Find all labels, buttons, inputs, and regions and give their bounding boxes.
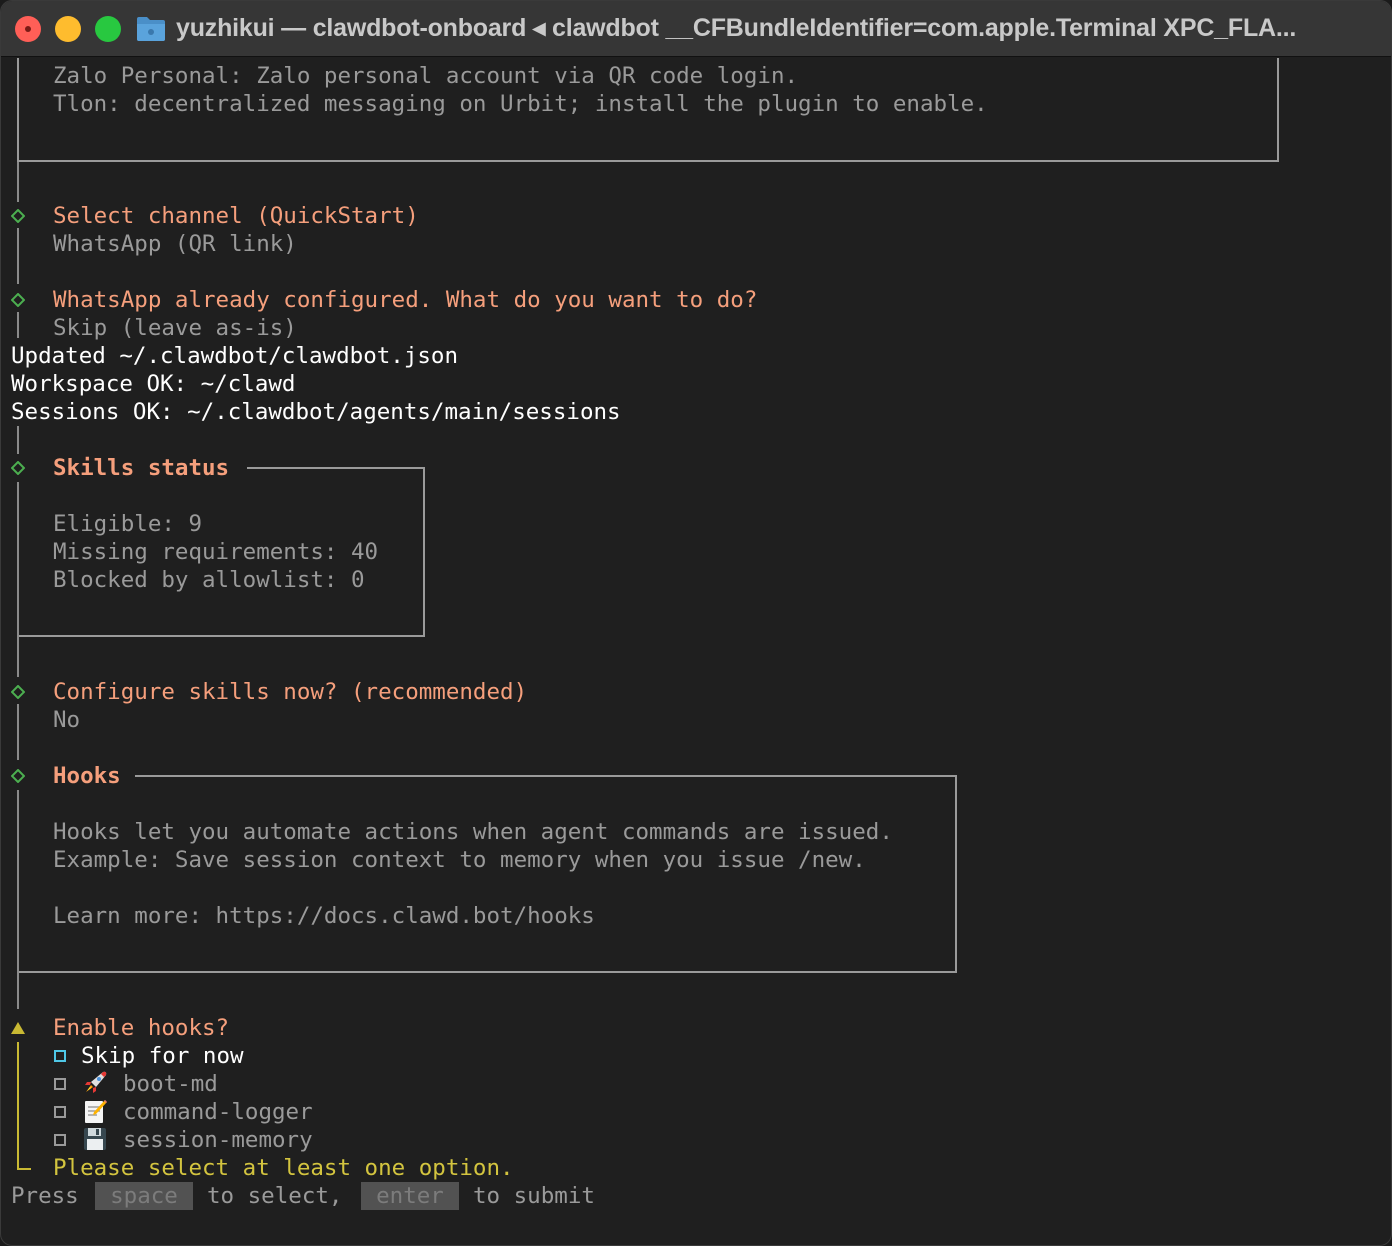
hook-option-label[interactable]: Skip for now — [81, 1042, 244, 1070]
log-line: Updated ~/.clawdbot/clawdbot.json — [11, 343, 459, 369]
space-key-hint: space — [95, 1182, 193, 1210]
terminal-content[interactable]: Zalo Personal: Zalo personal account via… — [1, 58, 1391, 1245]
gutter-line — [17, 162, 19, 202]
box-top-border — [135, 775, 957, 777]
validation-error: Please select at least one option. — [53, 1155, 514, 1181]
skills-status-line: Missing requirements: 40 — [53, 539, 379, 565]
gutter-line — [17, 790, 19, 973]
title-bar[interactable]: yuzhikui — clawdbot-onboard ◂ clawdbot _… — [1, 1, 1391, 57]
enable-hooks-label: Enable hooks? — [53, 1015, 230, 1041]
footer-to-select: to select, — [207, 1183, 343, 1209]
footer-to-submit: to submit — [473, 1183, 595, 1209]
checkbox-icon[interactable] — [54, 1050, 66, 1062]
close-button[interactable] — [15, 16, 41, 42]
step-done-diamond-icon — [11, 209, 25, 223]
configure-skills-value: No — [53, 707, 81, 733]
channels-line: Zalo Personal: Zalo personal account via… — [53, 63, 799, 89]
select-channel-value: WhatsApp (QR link) — [53, 231, 297, 257]
hook-option-label[interactable]: boot-md — [123, 1070, 218, 1098]
memo-icon — [85, 1100, 107, 1123]
configure-skills-label: Configure skills now? (recommended) — [53, 679, 528, 705]
whatsapp-configured-label: WhatsApp already configured. What do you… — [53, 287, 758, 313]
gutter-line — [17, 312, 19, 338]
enter-key-hint: enter — [361, 1182, 459, 1210]
minimize-button[interactable] — [55, 16, 81, 42]
channels-line: Tlon: decentralized messaging on Urbit; … — [53, 91, 988, 117]
gutter-line — [17, 228, 19, 284]
gutter-line-active — [17, 1042, 19, 1156]
footer-press: Press — [11, 1183, 79, 1209]
hooks-link[interactable]: Learn more: https://docs.clawd.bot/hooks — [53, 902, 595, 930]
whatsapp-configured-value: Skip (leave as-is) — [53, 315, 297, 341]
rocket-icon — [85, 1071, 107, 1093]
hook-option-label[interactable]: session-memory — [123, 1126, 313, 1154]
step-done-diamond-icon — [11, 685, 25, 699]
floppy-disk-icon — [84, 1128, 106, 1150]
box-top-border — [247, 467, 425, 469]
step-done-diamond-icon — [11, 293, 25, 307]
hooks-line: Hooks let you automate actions when agen… — [53, 819, 893, 845]
gutter-line — [17, 426, 19, 454]
gutter-line — [17, 704, 19, 760]
terminal-window: yuzhikui — clawdbot-onboard ◂ clawdbot _… — [0, 0, 1392, 1246]
hook-option-label[interactable]: command-logger — [123, 1098, 313, 1126]
folder-icon — [137, 17, 165, 41]
gutter-line — [17, 482, 19, 637]
gutter-line — [17, 637, 19, 677]
log-line: Workspace OK: ~/clawd — [11, 371, 296, 397]
window-title: yuzhikui — clawdbot-onboard ◂ clawdbot _… — [176, 14, 1297, 42]
checkbox-icon[interactable] — [54, 1106, 66, 1118]
skills-status-line: Eligible: 9 — [53, 511, 203, 537]
log-line: Sessions OK: ~/.clawdbot/agents/main/ses… — [11, 399, 621, 425]
hooks-title: Hooks — [53, 763, 121, 789]
skills-status-title: Skills status — [53, 455, 230, 481]
zoom-button[interactable] — [95, 16, 121, 42]
gutter-line — [17, 973, 19, 1009]
hooks-box — [17, 775, 957, 973]
gutter-corner — [17, 1156, 31, 1170]
select-channel-label: Select channel (QuickStart) — [53, 203, 419, 229]
checkbox-icon[interactable] — [54, 1134, 66, 1146]
hooks-line: Example: Save session context to memory … — [53, 847, 866, 873]
warning-triangle-icon — [11, 1022, 25, 1034]
checkbox-icon[interactable] — [54, 1078, 66, 1090]
skills-status-line: Blocked by allowlist: 0 — [53, 567, 365, 593]
